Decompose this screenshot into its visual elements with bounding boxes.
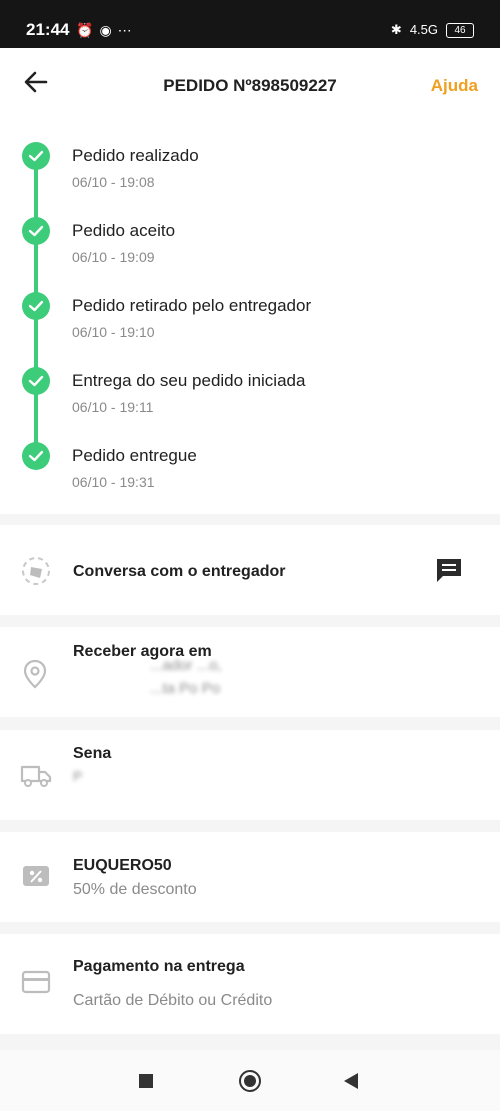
system-nav-bar [0, 1050, 500, 1111]
store-row: Sena P [0, 730, 500, 820]
address-line-2: ...ta Po Po [150, 680, 221, 697]
timeline-step: Pedido entregue 06/10 - 19:31 [0, 422, 500, 490]
page-title: PEDIDO Nº898509227 [163, 76, 337, 95]
back-button[interactable] [344, 1073, 358, 1089]
help-link[interactable]: Ajuda [431, 76, 478, 96]
coupon-discount: 50% de desconto [73, 881, 197, 898]
network-label: 4.5G [409, 22, 438, 37]
payment-row: Pagamento na entrega Cartão de Débito ou… [0, 934, 500, 1034]
chat-with-courier-row[interactable]: Conversa com o entregador [0, 525, 500, 615]
header: PEDIDO Nº898509227 Ajuda [0, 48, 500, 122]
delivery-address-row: Receber agora em ...ador ...o, ...ta Po … [0, 627, 500, 717]
check-icon [22, 367, 50, 395]
step-time: 06/10 - 19:09 [72, 249, 155, 265]
check-icon [22, 292, 50, 320]
order-timeline: Pedido realizado 06/10 - 19:08 Pedido ac… [0, 122, 500, 514]
payment-detail: Cartão de Débito ou Crédito [73, 992, 273, 1009]
timeline-step: Pedido realizado 06/10 - 19:08 [0, 122, 500, 190]
status-time: 21:44 [26, 20, 70, 39]
status-bar: 21:44 ⏰ ◉ ⋯ ✱ 4.5G 46 [0, 0, 500, 48]
step-title: Pedido realizado [72, 146, 199, 165]
home-button[interactable] [239, 1070, 261, 1092]
signal-icon: ⋯ [117, 22, 132, 38]
credit-card-icon [21, 970, 51, 999]
check-icon [22, 217, 50, 245]
location-pin-icon [23, 659, 47, 694]
step-title: Pedido entregue [72, 446, 197, 465]
coupon-icon [22, 864, 50, 893]
check-icon [22, 142, 50, 170]
store-name: Sena [73, 745, 112, 762]
step-title: Pedido retirado pelo entregador [72, 296, 312, 315]
alarm-icon: ⏰ [76, 22, 94, 38]
store-detail: P [73, 768, 83, 784]
step-time: 06/10 - 19:08 [72, 174, 155, 190]
chat-icon[interactable] [434, 556, 464, 589]
spotify-icon: ◉ [99, 22, 112, 38]
battery-icon: 46 [446, 22, 474, 38]
timeline-step: Pedido aceito 06/10 - 19:09 [0, 197, 500, 265]
recents-button[interactable] [139, 1074, 153, 1088]
chat-label: Conversa com o entregador [73, 563, 286, 580]
check-icon [22, 442, 50, 470]
step-title: Pedido aceito [72, 221, 176, 240]
status-icons: ⏰ ◉ ⋯ [76, 20, 132, 40]
timeline-step: Entrega do seu pedido iniciada 06/10 - 1… [0, 347, 500, 415]
status-right: ✱ 4.5G 46 [391, 20, 474, 40]
payment-method: Pagamento na entrega [73, 958, 245, 975]
step-time: 06/10 - 19:11 [72, 399, 154, 415]
address-line-1: ...ador ...o, [150, 657, 222, 674]
step-time: 06/10 - 19:31 [72, 474, 155, 490]
timeline-step: Pedido retirado pelo entregador 06/10 - … [0, 272, 500, 340]
step-time: 06/10 - 19:10 [72, 324, 155, 340]
bluetooth-icon: ✱ [390, 22, 402, 37]
step-title: Entrega do seu pedido iniciada [72, 371, 306, 390]
truck-icon [20, 763, 52, 794]
courier-icon [20, 555, 52, 592]
coupon-code: EUQUERO50 [73, 857, 172, 874]
coupon-row: EUQUERO50 50% de desconto [0, 832, 500, 922]
